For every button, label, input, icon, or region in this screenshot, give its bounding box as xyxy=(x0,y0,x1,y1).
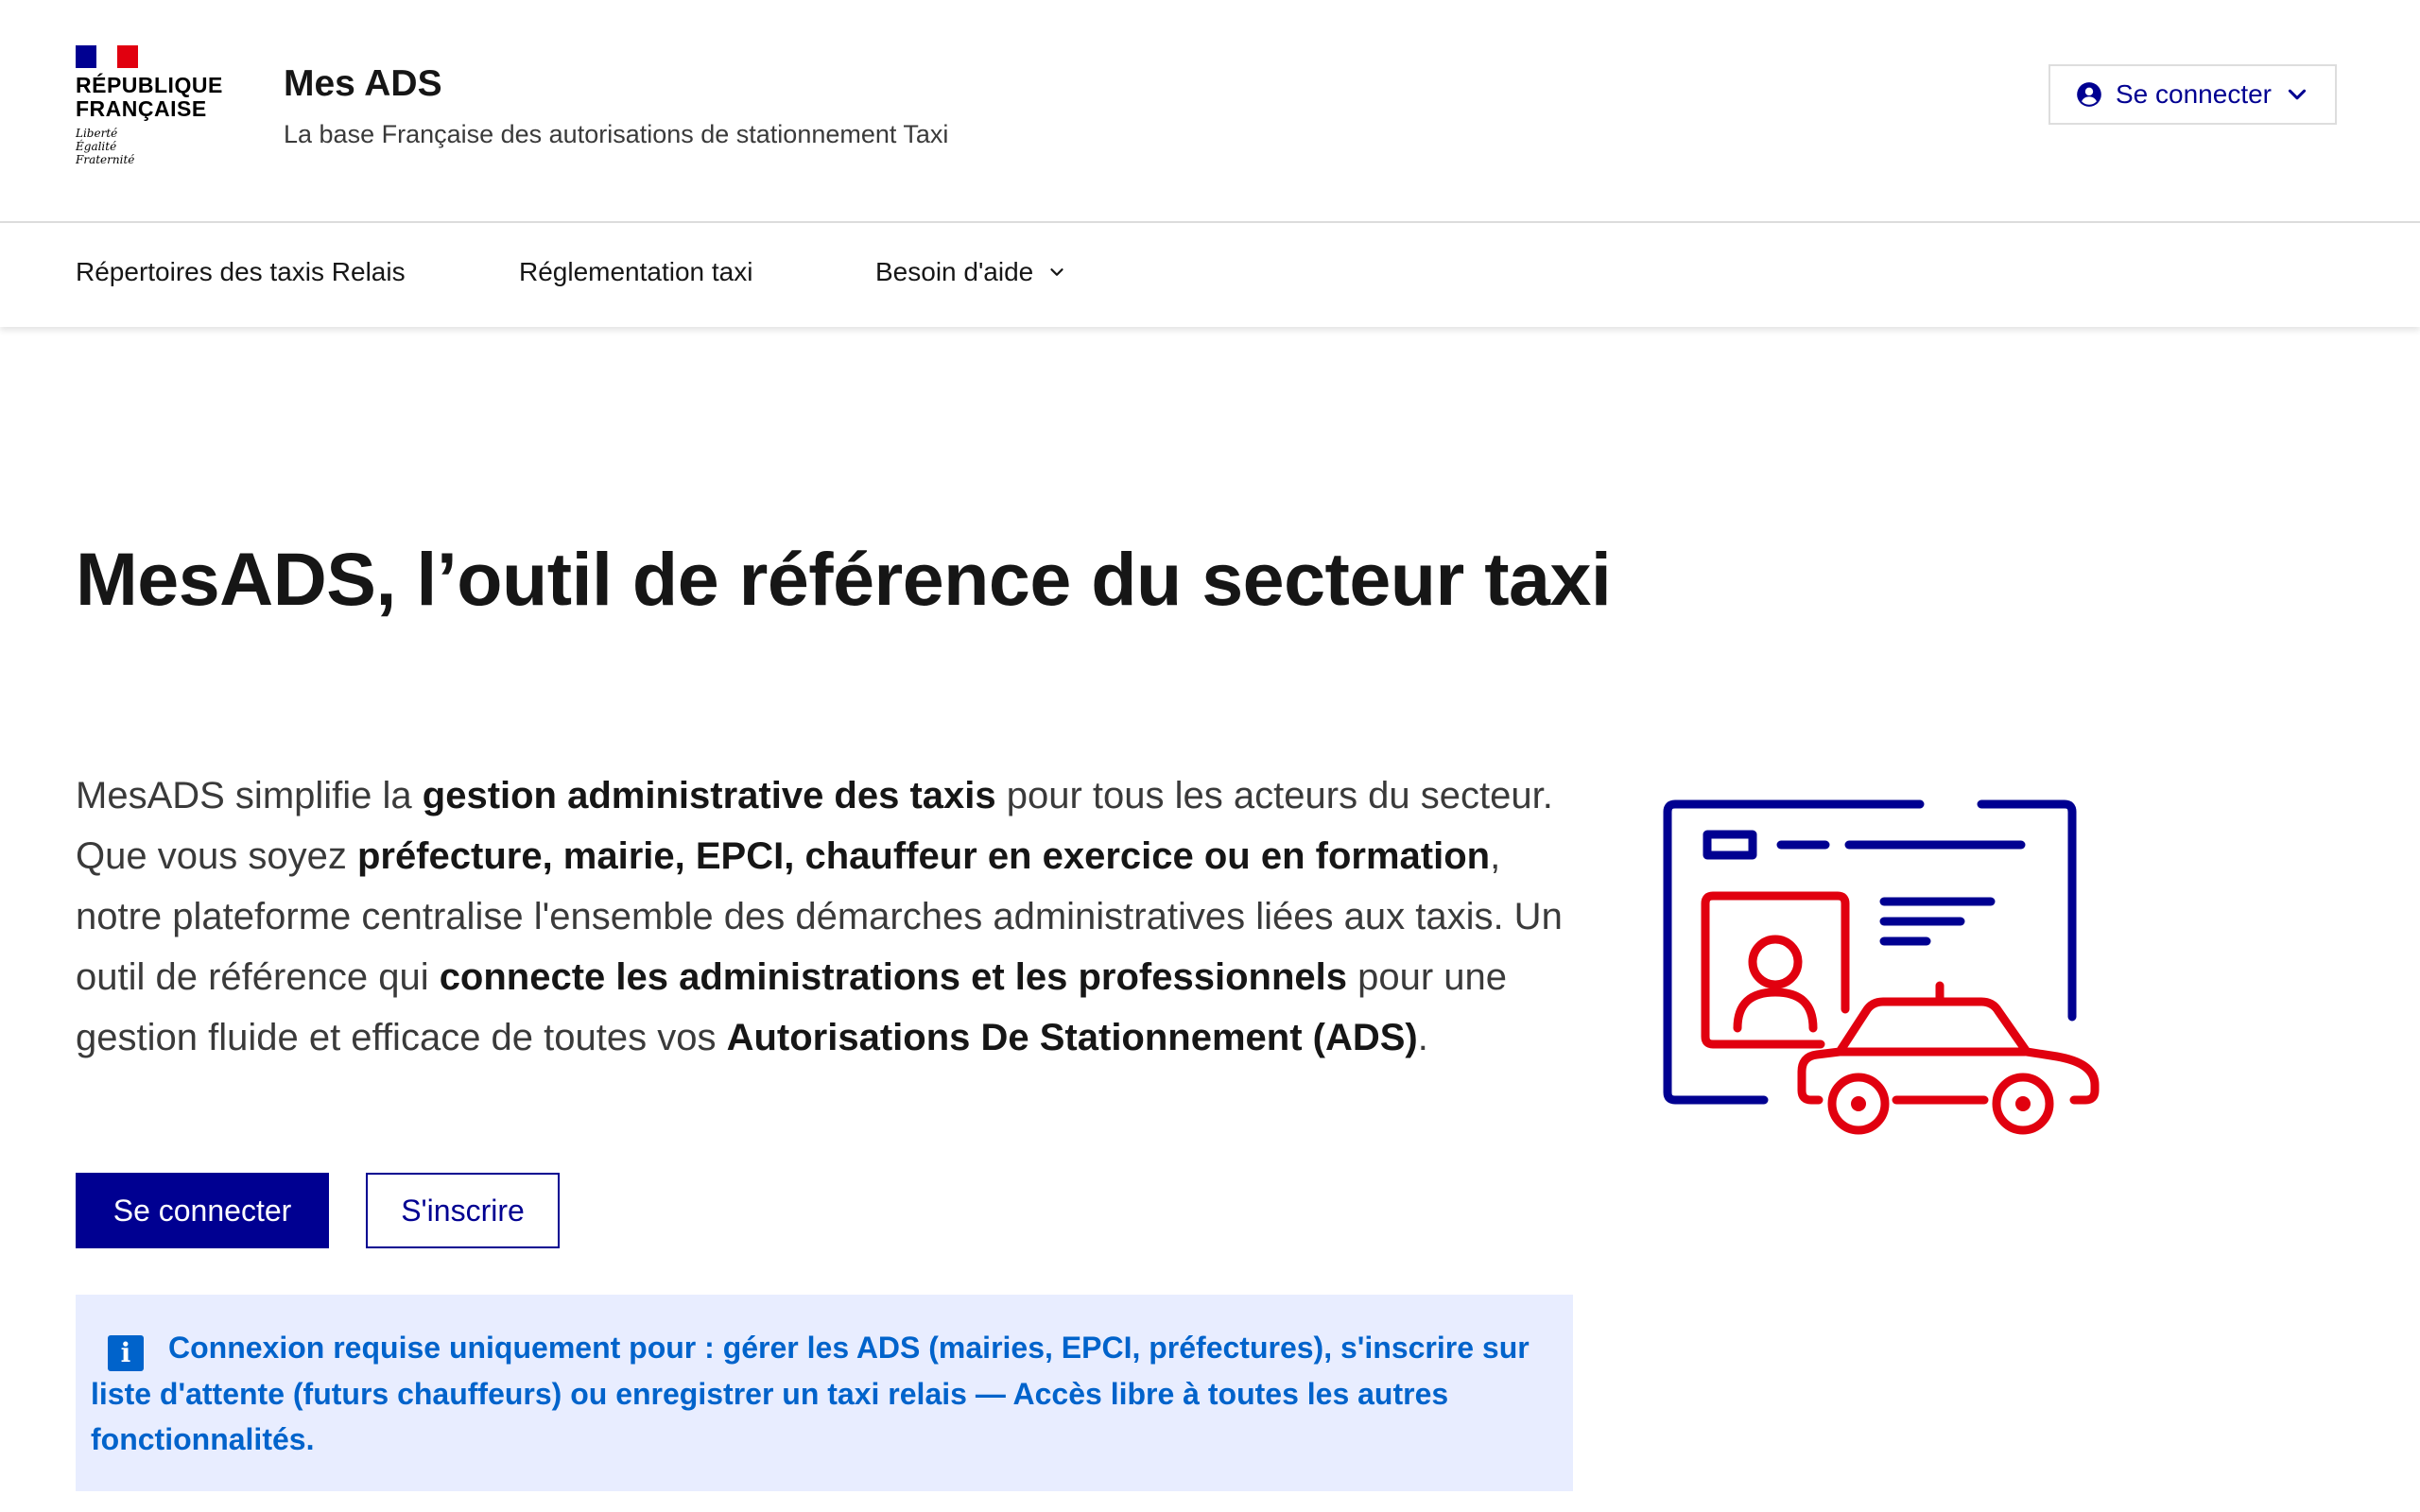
nav-item-reglementation[interactable]: Réglementation taxi xyxy=(519,223,752,321)
hero-text-emphasis: Autorisations De Stationnement (ADS) xyxy=(726,1017,1418,1058)
hero-text-emphasis: connecte les administrations et les prof… xyxy=(439,956,1347,998)
republique-francaise-logo[interactable]: RÉPUBLIQUE FRANÇAISE Liberté Égalité Fra… xyxy=(76,45,236,166)
hero-text-emphasis: gestion administrative des taxis xyxy=(422,775,996,816)
register-button[interactable]: S'inscrire xyxy=(366,1173,560,1248)
motto-line: Égalité xyxy=(76,140,117,153)
logo-title-line: FRANÇAISE xyxy=(76,96,207,121)
logo-motto: Liberté Égalité Fraternité xyxy=(76,127,236,166)
nav-item-besoin-aide[interactable]: Besoin d'aide xyxy=(875,223,1067,321)
hero-text-fragment: MesADS simplifie la xyxy=(76,775,423,816)
taxi-card-illustration xyxy=(1663,799,2100,1135)
service-title[interactable]: Mes ADS xyxy=(284,62,948,106)
user-circle-icon xyxy=(2077,82,2101,107)
chevron-down-icon xyxy=(2288,89,2307,100)
nav-item-label: Réglementation taxi xyxy=(519,257,753,286)
hero-description: MesADS simplifie la gestion administrati… xyxy=(76,765,1579,1068)
info-icon: i xyxy=(108,1335,144,1371)
hero-text-fragment: . xyxy=(1417,1017,1428,1058)
main-navigation: Répertoires des taxis Relais Réglementat… xyxy=(0,223,2420,327)
nav-item-repertoires[interactable]: Répertoires des taxis Relais xyxy=(76,223,406,321)
motto-line: Fraternité xyxy=(76,153,135,166)
service-block: Mes ADS La base Française des autorisati… xyxy=(284,62,948,149)
site-header: RÉPUBLIQUE FRANÇAISE Liberté Égalité Fra… xyxy=(0,0,2420,223)
motto-line: Liberté xyxy=(76,127,118,140)
logo-title-line: RÉPUBLIQUE xyxy=(76,73,223,97)
header-connect-button[interactable]: Se connecter xyxy=(2048,64,2337,125)
nav-item-label: Besoin d'aide xyxy=(875,257,1034,286)
nav-item-label: Répertoires des taxis Relais xyxy=(76,257,406,286)
info-notice-text: i Connexion requise uniquement pour : gér… xyxy=(91,1325,1535,1462)
page-title: MesADS, l’outil de référence du secteur … xyxy=(76,537,1612,621)
logo-title: RÉPUBLIQUE FRANÇAISE xyxy=(76,74,236,121)
service-tagline: La base Française des autorisations de s… xyxy=(284,120,949,148)
hero-text-emphasis: préfecture, mairie, EPCI, chauffeur en e… xyxy=(356,835,1491,877)
info-notice: i Connexion requise uniquement pour : gér… xyxy=(76,1295,1573,1491)
connect-button[interactable]: Se connecter xyxy=(76,1173,329,1248)
header-connect-label: Se connecter xyxy=(2116,79,2272,109)
flag-icon xyxy=(76,45,138,68)
chevron-down-icon xyxy=(1050,268,1063,276)
info-notice-message: Connexion requise uniquement pour : gére… xyxy=(91,1331,1530,1456)
